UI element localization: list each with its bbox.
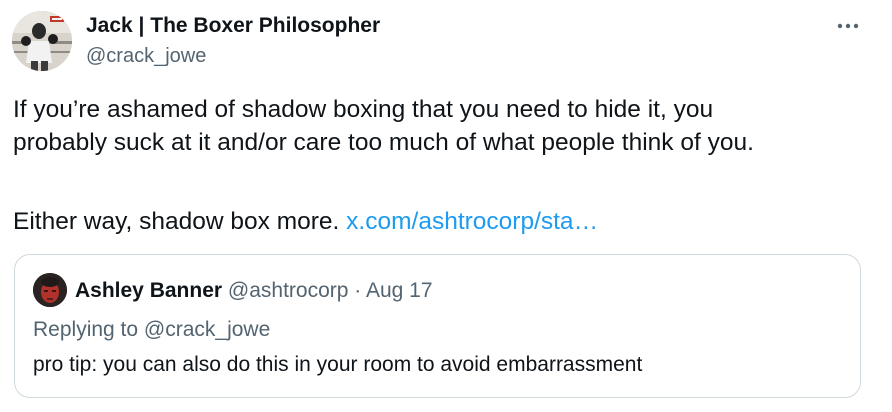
tweet-line: If you’re ashamed of shadow boxing that … bbox=[13, 96, 714, 123]
quote-replying-to: Replying to @crack_jowe bbox=[33, 316, 270, 344]
more-horizontal-icon bbox=[837, 23, 859, 29]
more-button[interactable] bbox=[828, 10, 868, 42]
author-name[interactable]: Jack | The Boxer Philosopher bbox=[86, 13, 380, 39]
tweet-line: probably suck at it and/or care too much… bbox=[13, 129, 754, 156]
red-face-avatar-icon bbox=[33, 273, 67, 307]
quote-header: Ashley Banner @ashtrocorp · Aug 17 bbox=[75, 277, 433, 305]
quote-avatar[interactable] bbox=[33, 273, 67, 307]
quote-date[interactable]: Aug 17 bbox=[366, 279, 433, 302]
tweet-text: If you’re ashamed of shadow boxing that … bbox=[13, 93, 873, 238]
replying-mention[interactable]: @crack_jowe bbox=[144, 318, 270, 341]
tweet-link[interactable]: x.com/ashtrocorp/sta… bbox=[346, 208, 598, 235]
tweet-line-text: Either way, shadow box more. bbox=[13, 208, 347, 235]
quote-author-name[interactable]: Ashley Banner bbox=[75, 279, 222, 302]
quote-text: pro tip: you can also do this in your ro… bbox=[33, 353, 643, 376]
boxer-avatar-icon bbox=[12, 11, 72, 71]
quote-separator: · bbox=[348, 279, 366, 302]
tweet-line: Either way, shadow box more. x.com/ashtr… bbox=[13, 205, 873, 238]
quote-author-handle[interactable]: @ashtrocorp bbox=[228, 279, 349, 302]
replying-prefix: Replying to bbox=[33, 318, 144, 341]
quoted-tweet[interactable]: Ashley Banner @ashtrocorp · Aug 17 Reply… bbox=[14, 254, 861, 398]
author-handle[interactable]: @crack_jowe bbox=[86, 43, 206, 69]
author-avatar[interactable] bbox=[12, 11, 72, 71]
tweet: Jack | The Boxer Philosopher @crack_jowe… bbox=[0, 0, 892, 412]
